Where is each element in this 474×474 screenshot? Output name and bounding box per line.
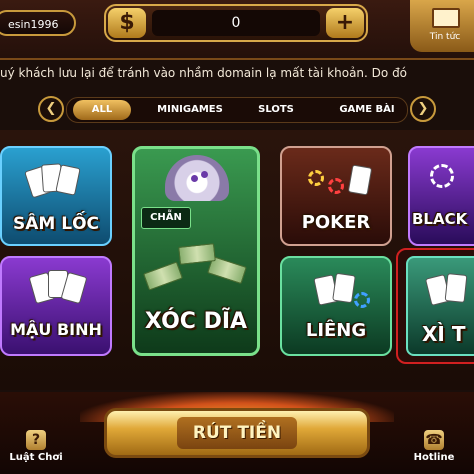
hotline-label: Hotline xyxy=(413,452,455,463)
game-card-sam-loc[interactable]: SÂM LỐC xyxy=(0,146,112,246)
game-title: POKER xyxy=(301,212,371,233)
tab-slots[interactable]: SLOTS xyxy=(243,100,309,120)
game-title: BLACK xyxy=(412,210,468,228)
playing-card-icon xyxy=(55,164,81,196)
playing-card-icon xyxy=(347,164,373,196)
username-display[interactable]: esin1996 xyxy=(0,10,76,36)
dice-dot xyxy=(191,175,198,182)
tab-game-bai[interactable]: GAME BÀI xyxy=(329,100,405,120)
game-title: XÓC DĨA xyxy=(144,309,248,334)
tab-scroll-left-button[interactable]: ❮ xyxy=(38,96,64,122)
envelope-icon xyxy=(432,8,460,28)
game-card-lieng[interactable]: LIÊNG xyxy=(280,256,392,356)
notice-marquee: uý khách lưu lại để tránh vào nhầm domai… xyxy=(0,66,408,80)
withdraw-button[interactable]: RÚT TIỀN xyxy=(104,408,370,458)
game-card-poker[interactable]: POKER xyxy=(280,146,392,246)
playing-card-icon xyxy=(444,273,468,303)
poker-chip-icon xyxy=(354,292,370,308)
rules-label: Luật Chơi xyxy=(9,452,63,463)
hotline-button[interactable]: ☎ Hotline xyxy=(398,430,470,463)
game-card-mau-binh[interactable]: MẬU BINH xyxy=(0,256,112,356)
tab-all[interactable]: ALL xyxy=(73,100,131,120)
playing-card-icon xyxy=(332,272,356,304)
money-bill-icon xyxy=(143,261,183,291)
inbox-button[interactable]: Tin tức xyxy=(410,0,474,52)
tab-minigames[interactable]: MINIGAMES xyxy=(145,100,235,120)
rules-button[interactable]: ? Luật Chơi xyxy=(0,430,72,463)
balance-bar: $ 0 + xyxy=(104,4,368,42)
add-funds-button[interactable]: + xyxy=(326,8,364,38)
game-title: LIÊNG xyxy=(305,320,367,341)
balance-value: 0 xyxy=(152,10,320,36)
money-bill-icon xyxy=(178,243,216,265)
category-tabs: ALL MINIGAMES SLOTS GAME BÀI xyxy=(66,97,408,123)
game-card-xi-to[interactable]: XÌ T xyxy=(396,248,474,364)
tab-scroll-right-button[interactable]: ❯ xyxy=(410,96,436,122)
game-title: MẬU BINH xyxy=(10,320,102,339)
game-title: SÂM LỐC xyxy=(13,214,99,234)
game-title: XÌ T xyxy=(422,322,466,346)
top-bar: esin1996 $ 0 + Tin tức xyxy=(0,0,474,60)
inbox-label: Tin tức xyxy=(429,32,461,42)
withdraw-label: RÚT TIỀN xyxy=(177,417,297,449)
dice-dot xyxy=(201,171,208,178)
game-card-blackjack[interactable]: BLACK xyxy=(408,146,474,246)
chan-tag: CHẴN xyxy=(141,207,191,229)
telephone-icon: ☎ xyxy=(424,430,444,450)
poker-chip-icon xyxy=(308,170,324,186)
game-card-xoc-dia[interactable]: CHẴN XÓC DĨA xyxy=(132,146,260,356)
dollar-icon[interactable]: $ xyxy=(108,8,146,38)
rules-icon: ? xyxy=(26,430,46,450)
poker-chip-icon xyxy=(328,178,344,194)
xi-to-art: XÌ T xyxy=(406,256,474,356)
poker-chip-icon xyxy=(430,164,454,188)
